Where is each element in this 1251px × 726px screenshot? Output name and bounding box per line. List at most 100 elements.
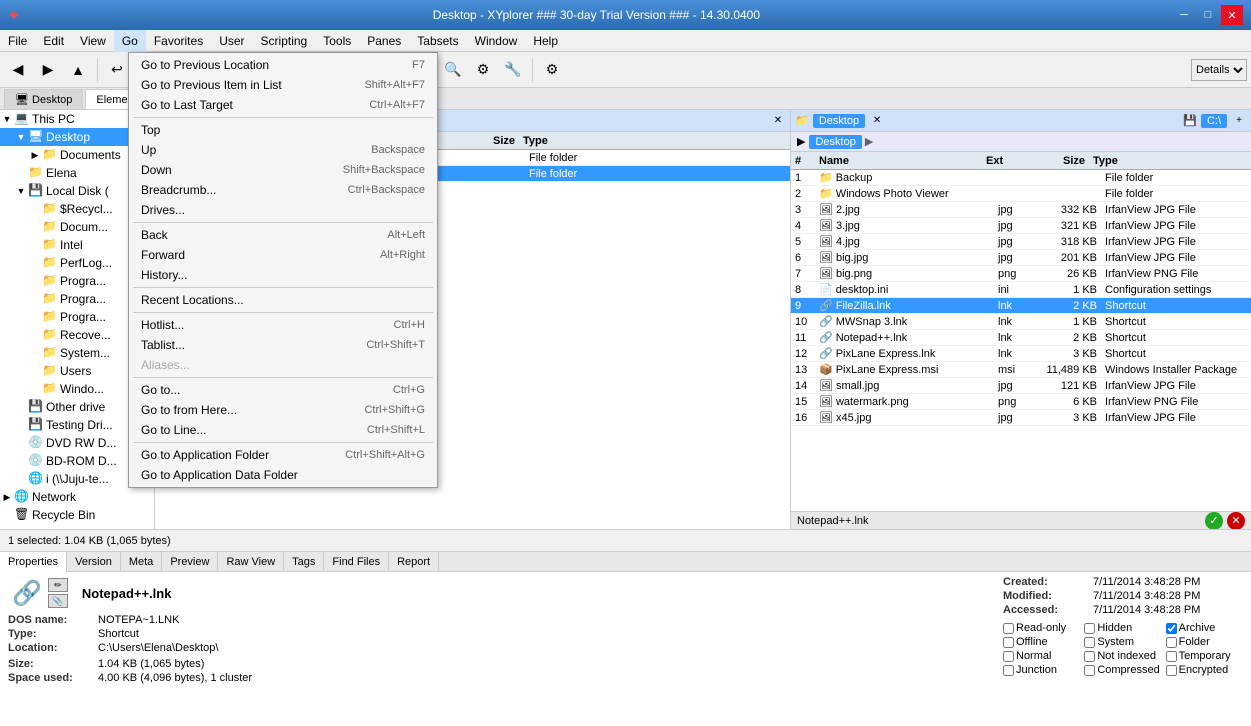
cb-readonly-input[interactable] (1003, 623, 1014, 634)
cb-junction-input[interactable] (1003, 665, 1014, 676)
up-button[interactable]: ▲ (64, 56, 92, 84)
menu-go[interactable]: Go (114, 30, 146, 52)
go-menu-item-aliases[interactable]: Aliases... (129, 355, 437, 375)
col-name-rp-header[interactable]: Name (815, 155, 984, 167)
rp-row-x45[interactable]: 16 🖼 x45.jpg jpg 3 KB IrfanView JPG File (791, 410, 1251, 426)
rp-row-2jpg[interactable]: 3 🖼 2.jpg jpg 332 KB IrfanView JPG File (791, 202, 1251, 218)
col-size-rp-header[interactable]: Size (1029, 155, 1089, 167)
close-button[interactable]: ✕ (1221, 5, 1243, 25)
menu-view[interactable]: View (72, 30, 114, 52)
menu-tabsets[interactable]: Tabsets (409, 30, 466, 52)
col-size-header[interactable]: Size (454, 135, 519, 147)
rp-row-mwsnap[interactable]: 10 🔗 MWSnap 3.lnk lnk 1 KB Shortcut (791, 314, 1251, 330)
cb-hidden-input[interactable] (1084, 623, 1095, 634)
rp-row-smalljpg[interactable]: 14 🖼 small.jpg jpg 121 KB IrfanView JPG … (791, 378, 1251, 394)
rp-row-pixlane-lnk[interactable]: 12 🔗 PixLane Express.lnk lnk 3 KB Shortc… (791, 346, 1251, 362)
go-menu-item-forward[interactable]: Forward Alt+Right (129, 245, 437, 265)
view-selector[interactable]: Details (1191, 59, 1247, 81)
forward-button[interactable]: ▶ (34, 56, 62, 84)
rp-status-cancel[interactable]: ✕ (1227, 512, 1245, 530)
undo-button[interactable]: ↩ (103, 56, 131, 84)
cb-archive-input[interactable] (1166, 623, 1177, 634)
rp-row-pixlane-msi[interactable]: 13 📦 PixLane Express.msi msi 11,489 KB W… (791, 362, 1251, 378)
cb-compressed[interactable]: Compressed (1084, 664, 1161, 676)
cb-encrypted-input[interactable] (1166, 665, 1177, 676)
search-button[interactable]: 🔍 (439, 56, 467, 84)
left-panel-close[interactable]: ✕ (770, 113, 786, 129)
cb-folder-input[interactable] (1166, 637, 1177, 648)
sidebar-item-recycle-bin[interactable]: 🗑 Recycle Bin (0, 506, 154, 524)
tools-button-2[interactable]: 🔧 (499, 56, 527, 84)
maximize-button[interactable]: □ (1197, 5, 1219, 25)
cb-not-indexed-input[interactable] (1084, 651, 1095, 662)
cb-hidden[interactable]: Hidden (1084, 622, 1161, 634)
go-menu-item-app-data-folder[interactable]: Go to Application Data Folder (129, 465, 437, 485)
menu-tools[interactable]: Tools (315, 30, 359, 52)
go-menu-item-last-target[interactable]: Go to Last Target Ctrl+Alt+F7 (129, 95, 437, 115)
menu-file[interactable]: File (0, 30, 35, 52)
tab-meta[interactable]: Meta (121, 552, 162, 572)
menu-edit[interactable]: Edit (35, 30, 72, 52)
cb-archive[interactable]: Archive (1166, 622, 1243, 634)
tab-preview[interactable]: Preview (162, 552, 218, 572)
rp-row-watermark[interactable]: 15 🖼 watermark.png png 6 KB IrfanView PN… (791, 394, 1251, 410)
go-menu-item-prev-item[interactable]: Go to Previous Item in List Shift+Alt+F7 (129, 75, 437, 95)
go-menu-item-top[interactable]: Top (129, 120, 437, 140)
tab-desktop[interactable]: 🖥 Desktop - XYplorer ### 30-day Trial Ve… (4, 89, 83, 109)
back-button[interactable]: ◀ (4, 56, 32, 84)
col-type-rp-header[interactable]: Type (1089, 155, 1239, 167)
rp-row-backup[interactable]: 1 📁 Backup File folder (791, 170, 1251, 186)
menu-favorites[interactable]: Favorites (146, 30, 211, 52)
sidebar-item-network[interactable]: ▶ 🌐 Network (0, 488, 154, 506)
detail-action-1[interactable]: ✏ (48, 578, 68, 592)
tab-properties[interactable]: Properties (0, 552, 67, 572)
menu-user[interactable]: User (211, 30, 252, 52)
rp-row-bigjpg[interactable]: 6 🖼 big.jpg jpg 201 KB IrfanView JPG Fil… (791, 250, 1251, 266)
cb-not-indexed[interactable]: Not indexed (1084, 650, 1161, 662)
right-panel-close[interactable]: ✕ (869, 113, 885, 129)
cb-offline[interactable]: Offline (1003, 636, 1080, 648)
cb-temporary[interactable]: Temporary (1166, 650, 1243, 662)
cb-compressed-input[interactable] (1084, 665, 1095, 676)
cb-temporary-input[interactable] (1166, 651, 1177, 662)
cb-normal-input[interactable] (1003, 651, 1014, 662)
col-ext-rp-header[interactable]: Ext (984, 155, 1029, 167)
cb-system[interactable]: System (1084, 636, 1161, 648)
go-menu-item-app-folder[interactable]: Go to Application Folder Ctrl+Shift+Alt+… (129, 445, 437, 465)
go-menu-item-goto[interactable]: Go to... Ctrl+G (129, 380, 437, 400)
rp-row-wpv[interactable]: 2 📁 Windows Photo Viewer File folder (791, 186, 1251, 202)
right-panel-add[interactable]: + (1231, 113, 1247, 129)
rp-row-4jpg[interactable]: 5 🖼 4.jpg jpg 318 KB IrfanView JPG File (791, 234, 1251, 250)
go-menu-item-breadcrumb[interactable]: Breadcrumb... Ctrl+Backspace (129, 180, 437, 200)
rp-row-notepad[interactable]: 11 🔗 Notepad++.lnk lnk 2 KB Shortcut (791, 330, 1251, 346)
cb-offline-input[interactable] (1003, 637, 1014, 648)
tab-tags[interactable]: Tags (284, 552, 324, 572)
tools-button-1[interactable]: ⚙ (469, 56, 497, 84)
go-menu-item-back[interactable]: Back Alt+Left (129, 225, 437, 245)
menu-panes[interactable]: Panes (359, 30, 409, 52)
rp-row-desktopini[interactable]: 8 📄 desktop.ini ini 1 KB Configuration s… (791, 282, 1251, 298)
tab-report[interactable]: Report (389, 552, 439, 572)
cb-readonly[interactable]: Read-only (1003, 622, 1080, 634)
menu-scripting[interactable]: Scripting (253, 30, 316, 52)
menu-window[interactable]: Window (467, 30, 526, 52)
cb-system-input[interactable] (1084, 637, 1095, 648)
go-menu-item-drives[interactable]: Drives... (129, 200, 437, 220)
rp-row-3jpg[interactable]: 4 🖼 3.jpg jpg 321 KB IrfanView JPG File (791, 218, 1251, 234)
rp-row-bigpng[interactable]: 7 🖼 big.png png 26 KB IrfanView PNG File (791, 266, 1251, 282)
go-menu-item-prev-location[interactable]: Go to Previous Location F7 (129, 55, 437, 75)
tab-find-files[interactable]: Find Files (324, 552, 389, 572)
cb-encrypted[interactable]: Encrypted (1166, 664, 1243, 676)
col-type-header[interactable]: Type (519, 135, 778, 147)
tab-version[interactable]: Version (67, 552, 121, 572)
go-menu-item-recent[interactable]: Recent Locations... (129, 290, 437, 310)
go-menu-item-goto-line[interactable]: Go to Line... Ctrl+Shift+L (129, 420, 437, 440)
minimize-button[interactable]: ─ (1173, 5, 1195, 25)
settings-button[interactable]: ⚙ (538, 56, 566, 84)
go-menu-item-down[interactable]: Down Shift+Backspace (129, 160, 437, 180)
menu-help[interactable]: Help (525, 30, 566, 52)
col-num-header[interactable]: # (791, 155, 815, 167)
go-menu-item-history[interactable]: History... (129, 265, 437, 285)
cb-folder[interactable]: Folder (1166, 636, 1243, 648)
go-menu-item-tablist[interactable]: Tablist... Ctrl+Shift+T (129, 335, 437, 355)
